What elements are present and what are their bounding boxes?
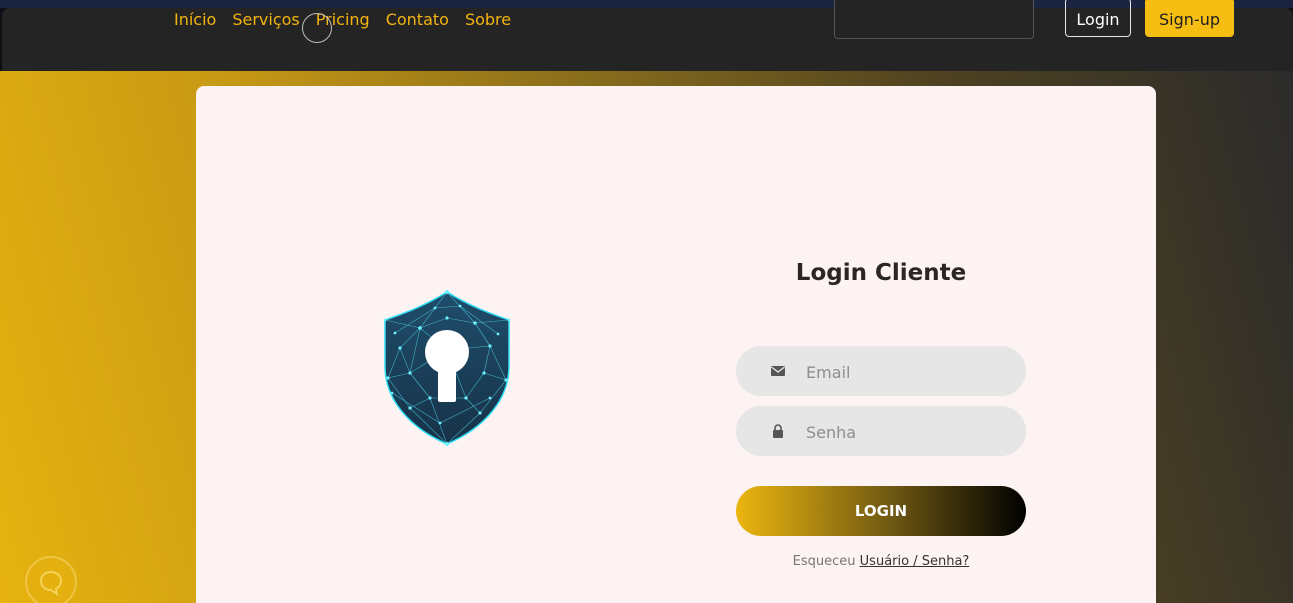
nav-links: Início Serviços Pricing Contato Sobre bbox=[174, 10, 511, 29]
envelope-icon bbox=[771, 366, 785, 376]
search-input[interactable] bbox=[834, 0, 1034, 39]
lock-icon bbox=[773, 424, 783, 438]
nav-link-inicio[interactable]: Início bbox=[174, 10, 216, 29]
nav-link-contato[interactable]: Contato bbox=[386, 10, 449, 29]
email-field[interactable] bbox=[736, 346, 1026, 398]
chat-widget-button[interactable] bbox=[27, 558, 75, 603]
password-input[interactable] bbox=[804, 406, 1008, 458]
navbar: Início Serviços Pricing Contato Sobre Lo… bbox=[2, 0, 1293, 71]
nav-link-servicos[interactable]: Serviços bbox=[232, 10, 299, 29]
login-title: Login Cliente bbox=[795, 260, 967, 286]
forgot-credentials-link[interactable]: Usuário / Senha? bbox=[860, 554, 970, 569]
shield-keyhole-icon bbox=[383, 290, 511, 446]
forgot-credentials: Esqueceu Usuário / Senha? bbox=[736, 554, 1026, 569]
password-field[interactable] bbox=[736, 406, 1026, 458]
signup-button[interactable]: Sign-up bbox=[1145, 0, 1234, 37]
login-submit-button[interactable]: LOGIN bbox=[736, 486, 1026, 536]
forgot-prefix: Esqueceu bbox=[792, 554, 856, 569]
email-input[interactable] bbox=[804, 346, 1008, 398]
login-button[interactable]: Login bbox=[1065, 0, 1131, 37]
nav-link-sobre[interactable]: Sobre bbox=[465, 10, 511, 29]
nav-link-pricing[interactable]: Pricing bbox=[316, 10, 370, 29]
chat-bubble-icon bbox=[39, 570, 63, 596]
